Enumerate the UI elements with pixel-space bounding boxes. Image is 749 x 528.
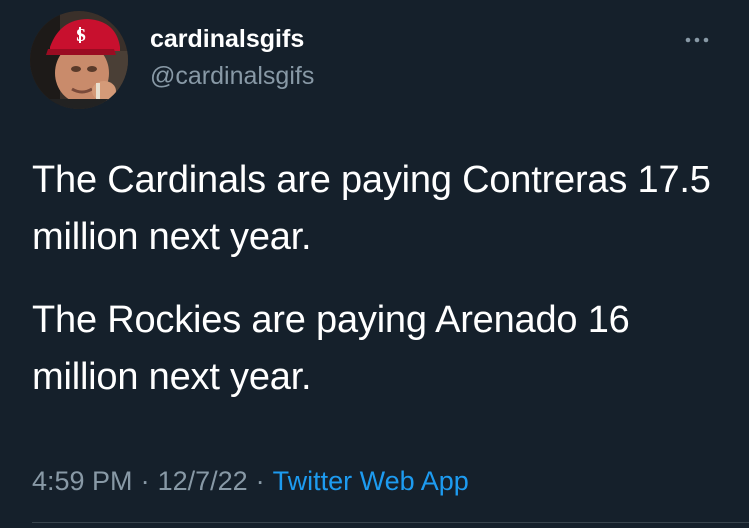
tweet-paragraph: The Cardinals are paying Contreras 17.5 … — [32, 159, 711, 258]
tweet-metadata: 4:59 PM · 12/7/22 · Twitter Web App — [32, 462, 469, 500]
separator: · — [255, 466, 265, 496]
divider — [32, 522, 749, 523]
separator: · — [140, 466, 150, 496]
more-options-icon — [685, 37, 709, 43]
svg-text:S: S — [76, 25, 86, 45]
tweet-text: The Cardinals are paying Contreras 17.5 … — [32, 152, 732, 432]
tweet-source-link[interactable]: Twitter Web App — [273, 466, 469, 496]
tweet-date[interactable]: 12/7/22 — [158, 466, 248, 496]
more-options-button[interactable] — [674, 24, 720, 56]
author-handle[interactable]: @cardinalsgifs — [150, 59, 314, 93]
author-display-name[interactable]: cardinalsgifs — [150, 22, 304, 56]
tweet-card: S cardinalsgifs @cardinalsgifs The Cardi… — [0, 0, 749, 528]
avatar[interactable]: S — [30, 11, 128, 109]
tweet-time[interactable]: 4:59 PM — [32, 466, 133, 496]
tweet-paragraph: The Rockies are paying Arenado 16 millio… — [32, 299, 630, 398]
cardinals-fan-avatar-icon: S — [30, 11, 128, 109]
